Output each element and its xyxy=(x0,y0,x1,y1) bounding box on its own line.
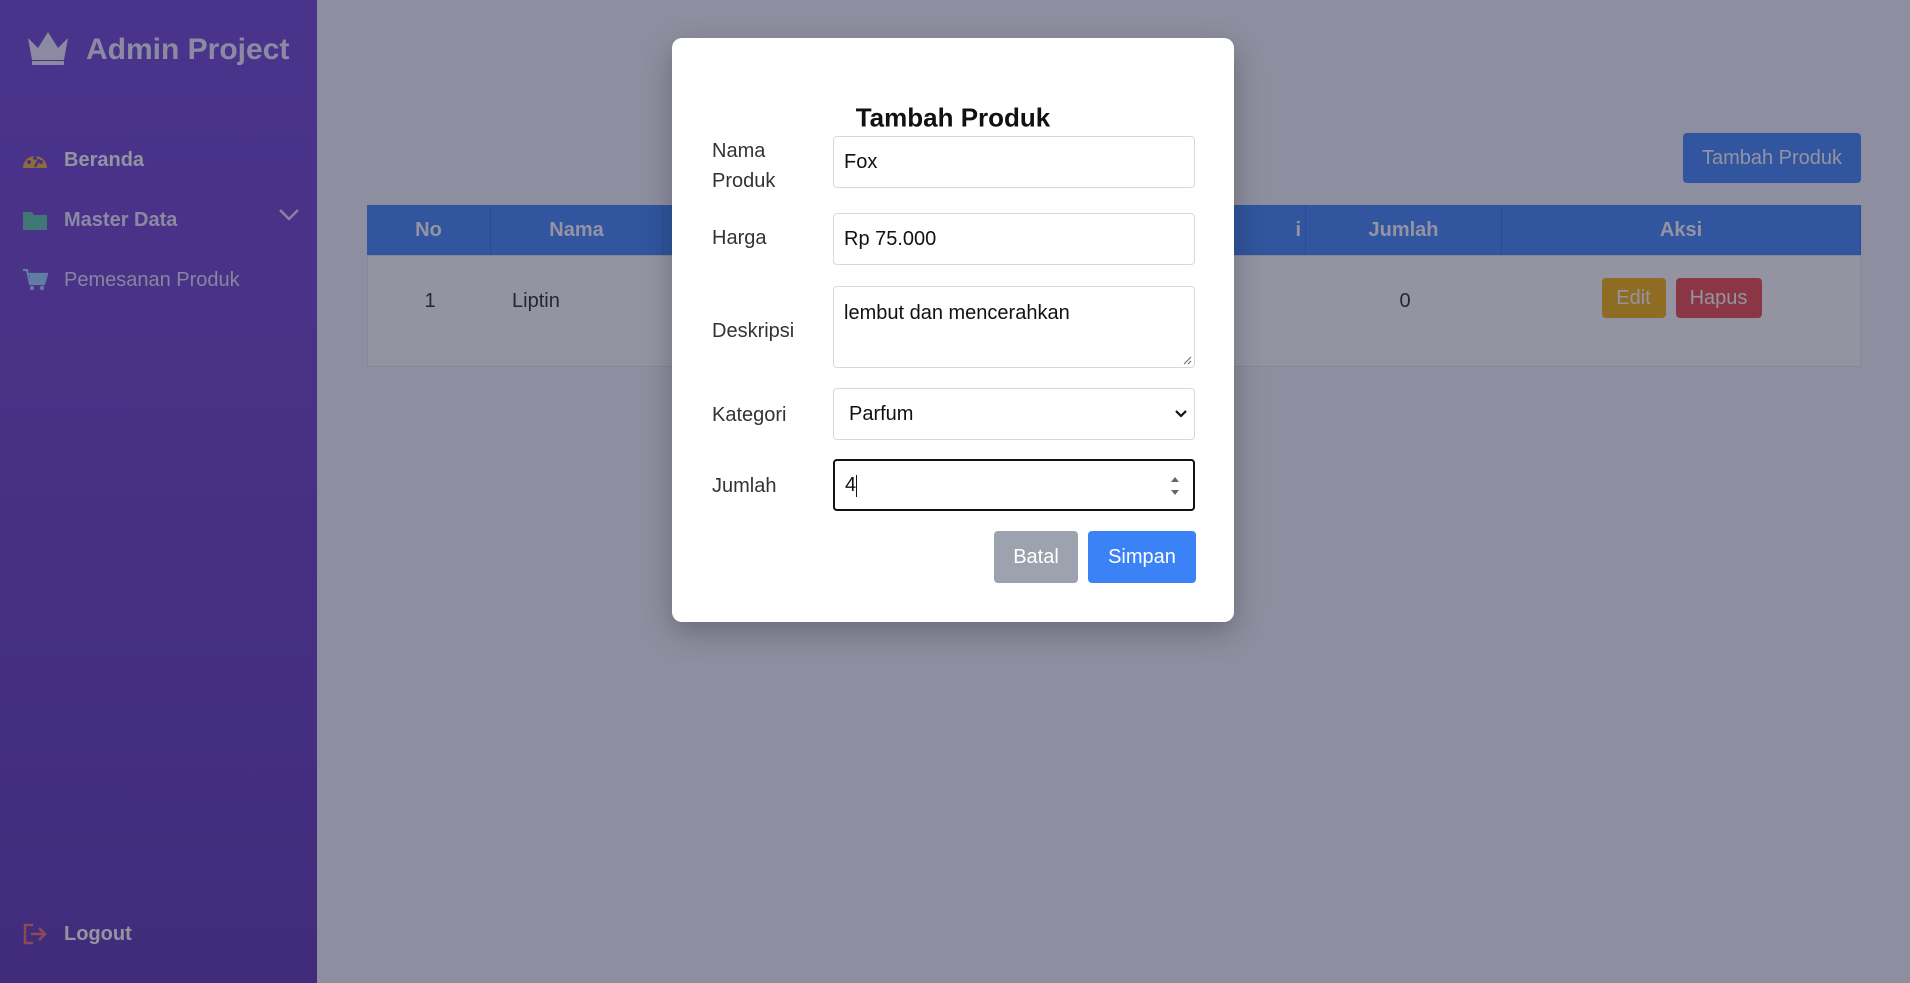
kategori-selected: Parfum xyxy=(849,403,914,425)
chevron-down-icon xyxy=(1175,410,1187,418)
jumlah-value: 4 xyxy=(845,474,857,496)
nama-produk-input[interactable]: Fox xyxy=(833,136,1195,188)
deskripsi-text: lembut dan mencerahkan xyxy=(844,302,1070,324)
deskripsi-textarea[interactable]: lembut dan mencerahkan xyxy=(833,286,1195,368)
modal-title: Tambah Produk xyxy=(855,102,1051,133)
jumlah-label: Jumlah xyxy=(712,475,777,497)
deskripsi-label: Deskripsi xyxy=(712,320,795,342)
number-spinner-icon[interactable] xyxy=(1169,472,1181,500)
kategori-label: Kategori xyxy=(712,404,787,426)
resize-handle-icon[interactable] xyxy=(1182,355,1192,365)
kategori-select[interactable]: Parfum xyxy=(833,388,1195,440)
text-cursor xyxy=(856,474,858,497)
harga-input[interactable]: Rp 75.000 xyxy=(833,213,1195,265)
save-button[interactable]: Simpan xyxy=(1088,531,1196,583)
add-product-modal: Tambah Produk Nama Produk Fox Harga Rp 7… xyxy=(672,38,1234,622)
harga-label: Harga xyxy=(712,227,767,249)
cancel-button[interactable]: Batal xyxy=(994,531,1078,583)
nama-produk-label: Nama Produk xyxy=(712,140,776,192)
jumlah-number-input[interactable]: 4 xyxy=(833,459,1195,511)
